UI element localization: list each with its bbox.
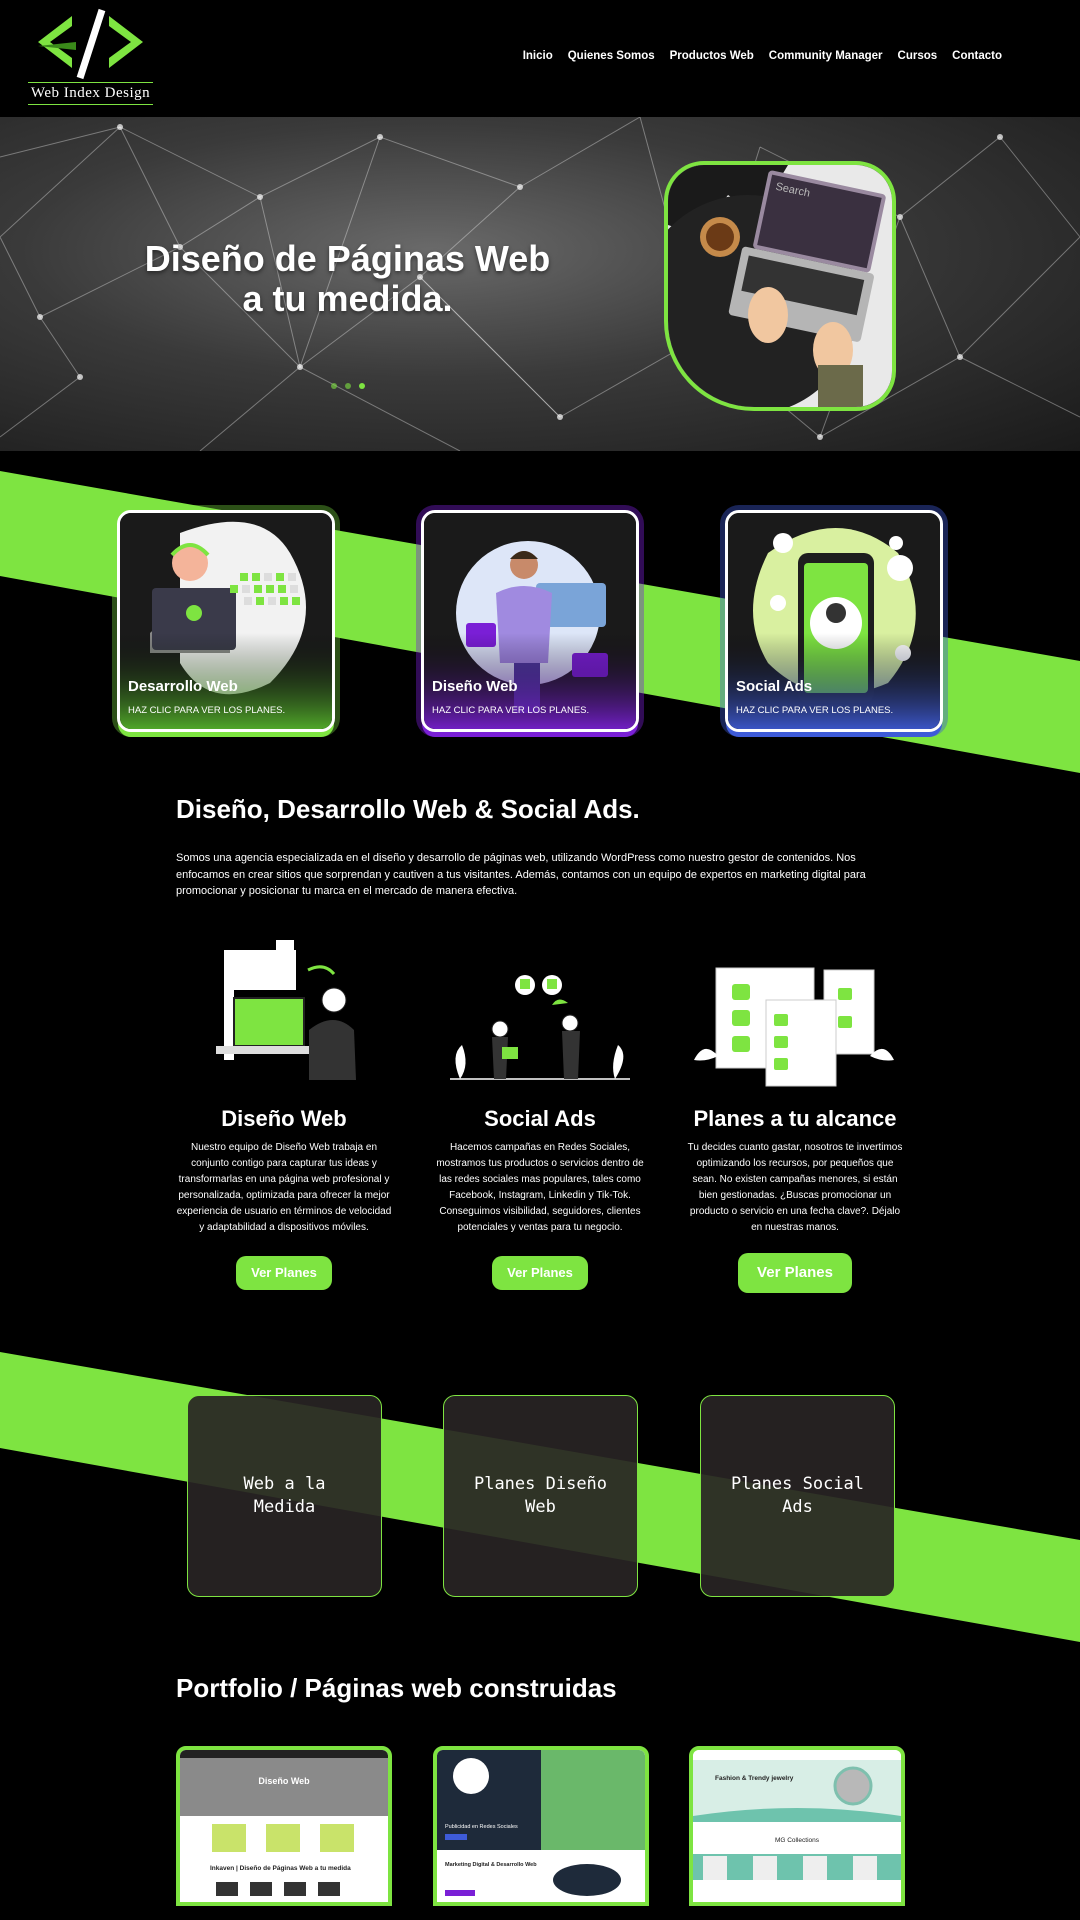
card-subtitle: HAZ CLIC PARA VER LOS PLANES.	[432, 705, 590, 716]
card-title: Social Ads	[736, 678, 813, 695]
portfolio-sub: MG Collections	[775, 1837, 820, 1844]
feature-title: Planes a tu alcance	[693, 1106, 897, 1131]
ver-planes-button-diseno[interactable]: Ver Planes	[236, 1256, 332, 1290]
laptop-photo: Search	[664, 161, 896, 411]
nav-community-manager[interactable]: Community Manager	[769, 50, 883, 62]
card-social-ads[interactable]: Social Ads HAZ CLIC PARA VER LOS PLANES.	[725, 510, 943, 732]
logo-text: Web Index Design	[28, 82, 153, 105]
portfolio-item-marketing[interactable]: Publicidad en Redes Sociales Marketing D…	[433, 1746, 649, 1906]
slider-dot[interactable]	[345, 383, 351, 389]
portfolio-sub: Publicidad en Redes Sociales	[445, 1824, 518, 1830]
feature-title: Social Ads	[484, 1106, 596, 1131]
portfolio-item-mg-collections[interactable]: Fashion & Trendy jewelry MG Collections	[689, 1746, 905, 1906]
portfolio-item-inkaven[interactable]: Diseño Web Inkaven | Diseño de Páginas W…	[176, 1746, 392, 1906]
nav-quienes-somos[interactable]: Quienes Somos	[568, 50, 655, 62]
main-nav: Inicio Quienes Somos Productos Web Commu…	[523, 50, 1002, 62]
portfolio-heading: Fashion & Trendy jewelry	[715, 1775, 794, 1782]
site-logo[interactable]: Web Index Design	[28, 8, 153, 108]
planes-feature-illustration	[694, 960, 894, 1110]
card-diseno-web[interactable]: Diseño Web HAZ CLIC PARA VER LOS PLANES.	[421, 510, 639, 732]
nav-cursos[interactable]: Cursos	[898, 50, 938, 62]
nav-productos-web[interactable]: Productos Web	[670, 50, 754, 62]
social-ads-illustration	[728, 513, 940, 729]
slider-dots[interactable]	[331, 383, 365, 389]
code-brackets-logo-icon	[38, 8, 143, 80]
feature-text: Hacemos campañas en Redes Sociales, most…	[436, 1142, 644, 1233]
card-title: Desarrollo Web	[128, 678, 238, 695]
diseno-web-feature-illustration	[184, 940, 384, 1090]
social-ads-feature-illustration	[440, 955, 640, 1105]
intro-title: Diseño, Desarrollo Web & Social Ads.	[176, 794, 640, 824]
feature-title: Diseño Web	[221, 1106, 347, 1131]
intro-text: Somos una agencia especializada en el di…	[176, 852, 866, 897]
slider-dot[interactable]	[331, 383, 337, 389]
ver-planes-button-planes[interactable]: Ver Planes	[738, 1253, 852, 1293]
diseno-web-illustration	[424, 513, 636, 729]
nav-contacto[interactable]: Contacto	[952, 50, 1002, 62]
plan-web-a-la-medida[interactable]: Web a la Medida	[187, 1395, 382, 1597]
plan-diseno-web[interactable]: Planes Diseño Web	[443, 1395, 638, 1597]
card-subtitle: HAZ CLIC PARA VER LOS PLANES.	[128, 705, 286, 716]
card-subtitle: HAZ CLIC PARA VER LOS PLANES.	[736, 705, 894, 716]
slider-dot-active[interactable]	[359, 383, 365, 389]
portfolio-heading: Marketing Digital & Desarrollo Web	[445, 1862, 537, 1868]
card-title: Diseño Web	[432, 678, 518, 695]
portfolio-sub: Inkaven | Diseño de Páginas Web a tu med…	[210, 1865, 351, 1872]
card-desarrollo-web[interactable]: Desarrollo Web HAZ CLIC PARA VER LOS PLA…	[117, 510, 335, 732]
ver-planes-button-social[interactable]: Ver Planes	[492, 1256, 588, 1290]
site-header: Web Index Design Inicio Quienes Somos Pr…	[0, 0, 1080, 117]
hero-title: Diseño de Páginas Web a tu medida.	[144, 238, 551, 319]
desarrollo-web-illustration	[120, 513, 332, 729]
hero-slider: Diseño de Páginas Web a tu medida. Searc…	[0, 117, 1080, 451]
feature-text: Nuestro equipo de Diseño Web trabaja en …	[176, 1142, 392, 1233]
feature-text: Tu decides cuanto gastar, nosotros te in…	[687, 1142, 903, 1233]
nav-inicio[interactable]: Inicio	[523, 50, 553, 62]
portfolio-heading: Diseño Web	[258, 1776, 310, 1786]
plan-social-ads[interactable]: Planes Social Ads	[700, 1395, 895, 1597]
portfolio-title: Portfolio / Páginas web construidas	[176, 1673, 617, 1703]
